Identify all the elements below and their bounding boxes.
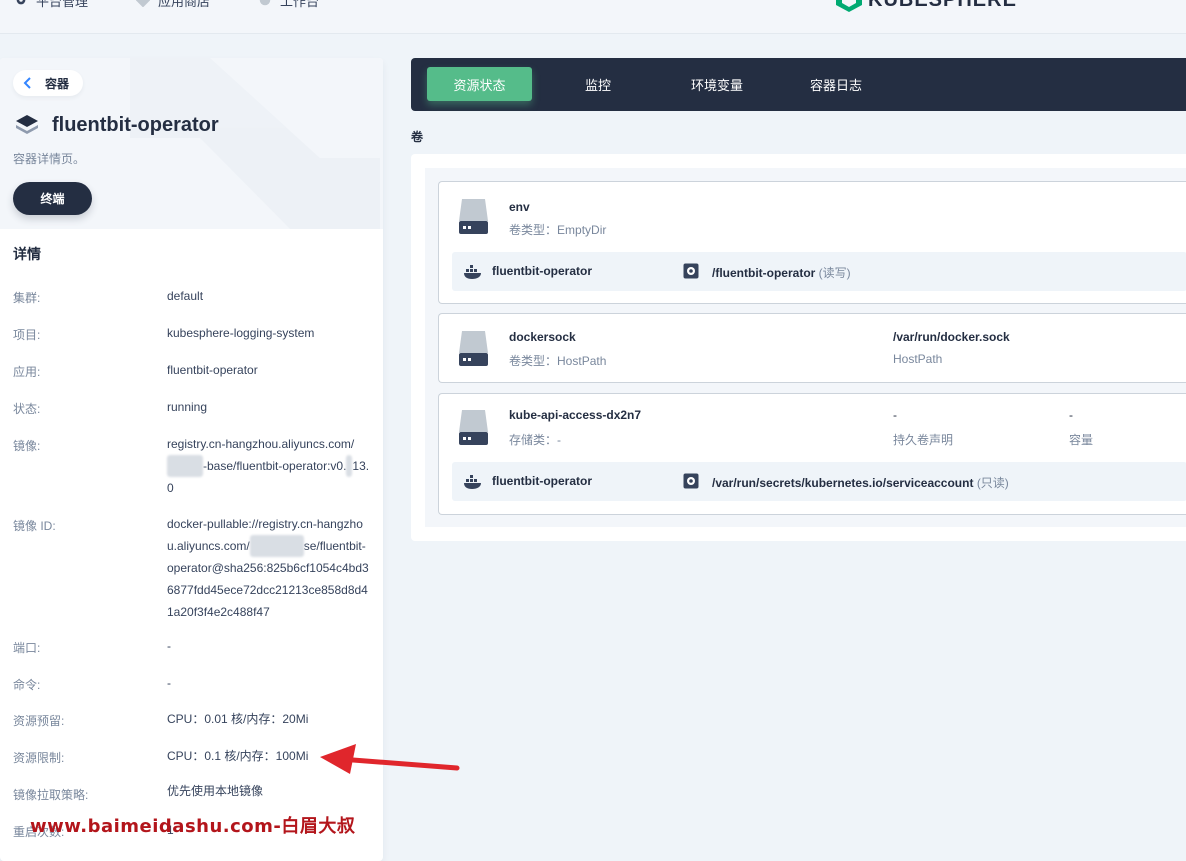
nav-label: 应用商店	[158, 0, 211, 9]
panel-header: 容器 fluentbit-operator 容器详情页。 终端	[0, 58, 383, 229]
annotation-arrow-icon	[320, 744, 460, 774]
volume-type: 卷类型：EmptyDir	[509, 223, 607, 237]
detail-label: 端口:	[13, 641, 41, 655]
brand-logo[interactable]: KUBESPHERE	[836, 0, 1017, 12]
volume-name: env	[509, 200, 530, 214]
detail-label: 镜像 ID:	[13, 519, 56, 533]
detail-label: 应用:	[13, 365, 41, 379]
disk-icon	[459, 331, 488, 366]
nav-workbench[interactable]: 工作台	[258, 0, 319, 10]
detail-label: 状态:	[13, 402, 41, 416]
docker-icon	[464, 475, 481, 489]
detail-label: 资源预留:	[13, 714, 65, 728]
volumes-panel: env 卷类型：EmptyDir fluentbit-operator /flu…	[411, 154, 1186, 541]
back-button[interactable]: 容器	[13, 70, 84, 96]
volume-card[interactable]: env 卷类型：EmptyDir fluentbit-operator /flu…	[438, 181, 1186, 304]
host-path-value: /var/run/docker.sock	[893, 330, 1010, 344]
volume-mount-row: fluentbit-operator /var/run/secrets/kube…	[452, 462, 1186, 501]
volume-name: dockersock	[509, 330, 576, 344]
capacity-label: 容量	[1069, 433, 1094, 447]
nav-label: 平台管理	[36, 0, 89, 9]
pvc-label: 持久卷声明	[893, 433, 954, 447]
detail-value: running	[167, 400, 208, 414]
disk-icon	[459, 199, 488, 234]
nav-label: 工作台	[280, 0, 320, 9]
volume-name: kube-api-access-dx2n7	[509, 408, 642, 422]
image-text-2: -base/fluentbit-operator:v0.	[203, 459, 347, 473]
mount-path: /var/run/secrets/kubernetes.io/serviceac…	[712, 476, 1009, 490]
image-text-1: registry.cn-hangzhou.aliyuncs.com/	[167, 437, 355, 451]
tab-monitoring[interactable]: 监控	[563, 67, 633, 101]
container-layers-icon	[16, 115, 38, 134]
detail-label: 集群:	[13, 291, 41, 305]
detail-value: -	[167, 639, 171, 653]
capacity-value: -	[1069, 408, 1073, 422]
chevron-left-icon	[23, 77, 31, 89]
volume-type: 卷类型：HostPath	[509, 354, 607, 368]
top-bar: 平台管理 应用商店 工作台 KUBESPHERE	[0, 0, 1186, 34]
mount-path: /fluentbit-operator (读写)	[712, 266, 851, 280]
host-path-label: HostPath	[893, 352, 943, 366]
tab-resource-status[interactable]: 资源状态	[427, 67, 532, 101]
site-watermark: www.baimeidashu.com-白眉大叔	[30, 816, 356, 837]
volume-type: 存储类：-	[509, 433, 562, 447]
volumes-list: env 卷类型：EmptyDir fluentbit-operator /flu…	[425, 168, 1186, 527]
mount-settings-icon	[683, 263, 699, 279]
page-title: fluentbit-operator	[52, 113, 219, 136]
redacted-text: x	[346, 455, 353, 477]
tab-container-logs[interactable]: 容器日志	[796, 67, 876, 101]
detail-label: 项目:	[13, 328, 41, 342]
redacted-text: xxxxxx	[167, 455, 203, 477]
terminal-button[interactable]: 终端	[13, 182, 92, 215]
detail-value: -	[167, 676, 171, 690]
store-icon	[136, 0, 150, 7]
page-title-row: fluentbit-operator	[14, 112, 219, 138]
mount-container-name: fluentbit-operator	[492, 264, 592, 278]
container-detail-panel: 容器 fluentbit-operator 容器详情页。 终端 详情 集群: d…	[0, 58, 383, 861]
gear-icon	[16, 0, 26, 5]
detail-value: 优先使用本地镜像	[167, 784, 264, 798]
mount-settings-icon	[683, 473, 699, 489]
detail-label: 资源限制:	[13, 751, 65, 765]
nav-platform-management[interactable]: 平台管理	[14, 0, 88, 10]
nav-app-store[interactable]: 应用商店	[136, 0, 210, 10]
docker-icon	[464, 265, 481, 279]
back-label: 容器	[45, 76, 70, 91]
detail-value: fluentbit-operator	[167, 363, 258, 377]
volume-card[interactable]: kube-api-access-dx2n7 存储类：- - 持久卷声明 - 容量…	[438, 393, 1186, 515]
pvc-value: -	[893, 408, 897, 422]
detail-label: 镜像:	[13, 439, 41, 453]
page-subtitle: 容器详情页。	[13, 152, 86, 166]
volumes-heading: 卷	[411, 130, 424, 144]
brand-text: KUBESPHERE	[868, 0, 1017, 12]
detail-value: registry.cn-hangzhou.aliyuncs.com/xxxxxx…	[167, 433, 371, 499]
kubesphere-logo-icon	[836, 0, 862, 12]
disk-icon	[459, 410, 488, 445]
workbench-icon	[259, 0, 271, 6]
mount-container-name: fluentbit-operator	[492, 474, 592, 488]
detail-value: default	[167, 289, 204, 303]
details-heading: 详情	[13, 246, 41, 262]
background-k-graphic	[130, 58, 380, 229]
detail-label: 镜像拉取策略:	[13, 788, 89, 802]
volume-mount-row: fluentbit-operator /fluentbit-operator (…	[452, 252, 1186, 291]
detail-tabs: 资源状态 监控 环境变量 容器日志	[411, 58, 1186, 111]
detail-value: kubesphere-logging-system	[167, 326, 315, 340]
volume-card[interactable]: dockersock 卷类型：HostPath /var/run/docker.…	[438, 313, 1186, 383]
tab-env-vars[interactable]: 环境变量	[677, 67, 757, 101]
detail-value: docker-pullable://registry.cn-hangzhou.a…	[167, 513, 371, 623]
detail-value: CPU：0.01 核/内存：20Mi	[167, 712, 309, 726]
redacted-text: xxxxxxxxx	[249, 535, 304, 557]
detail-label: 命令:	[13, 678, 41, 692]
